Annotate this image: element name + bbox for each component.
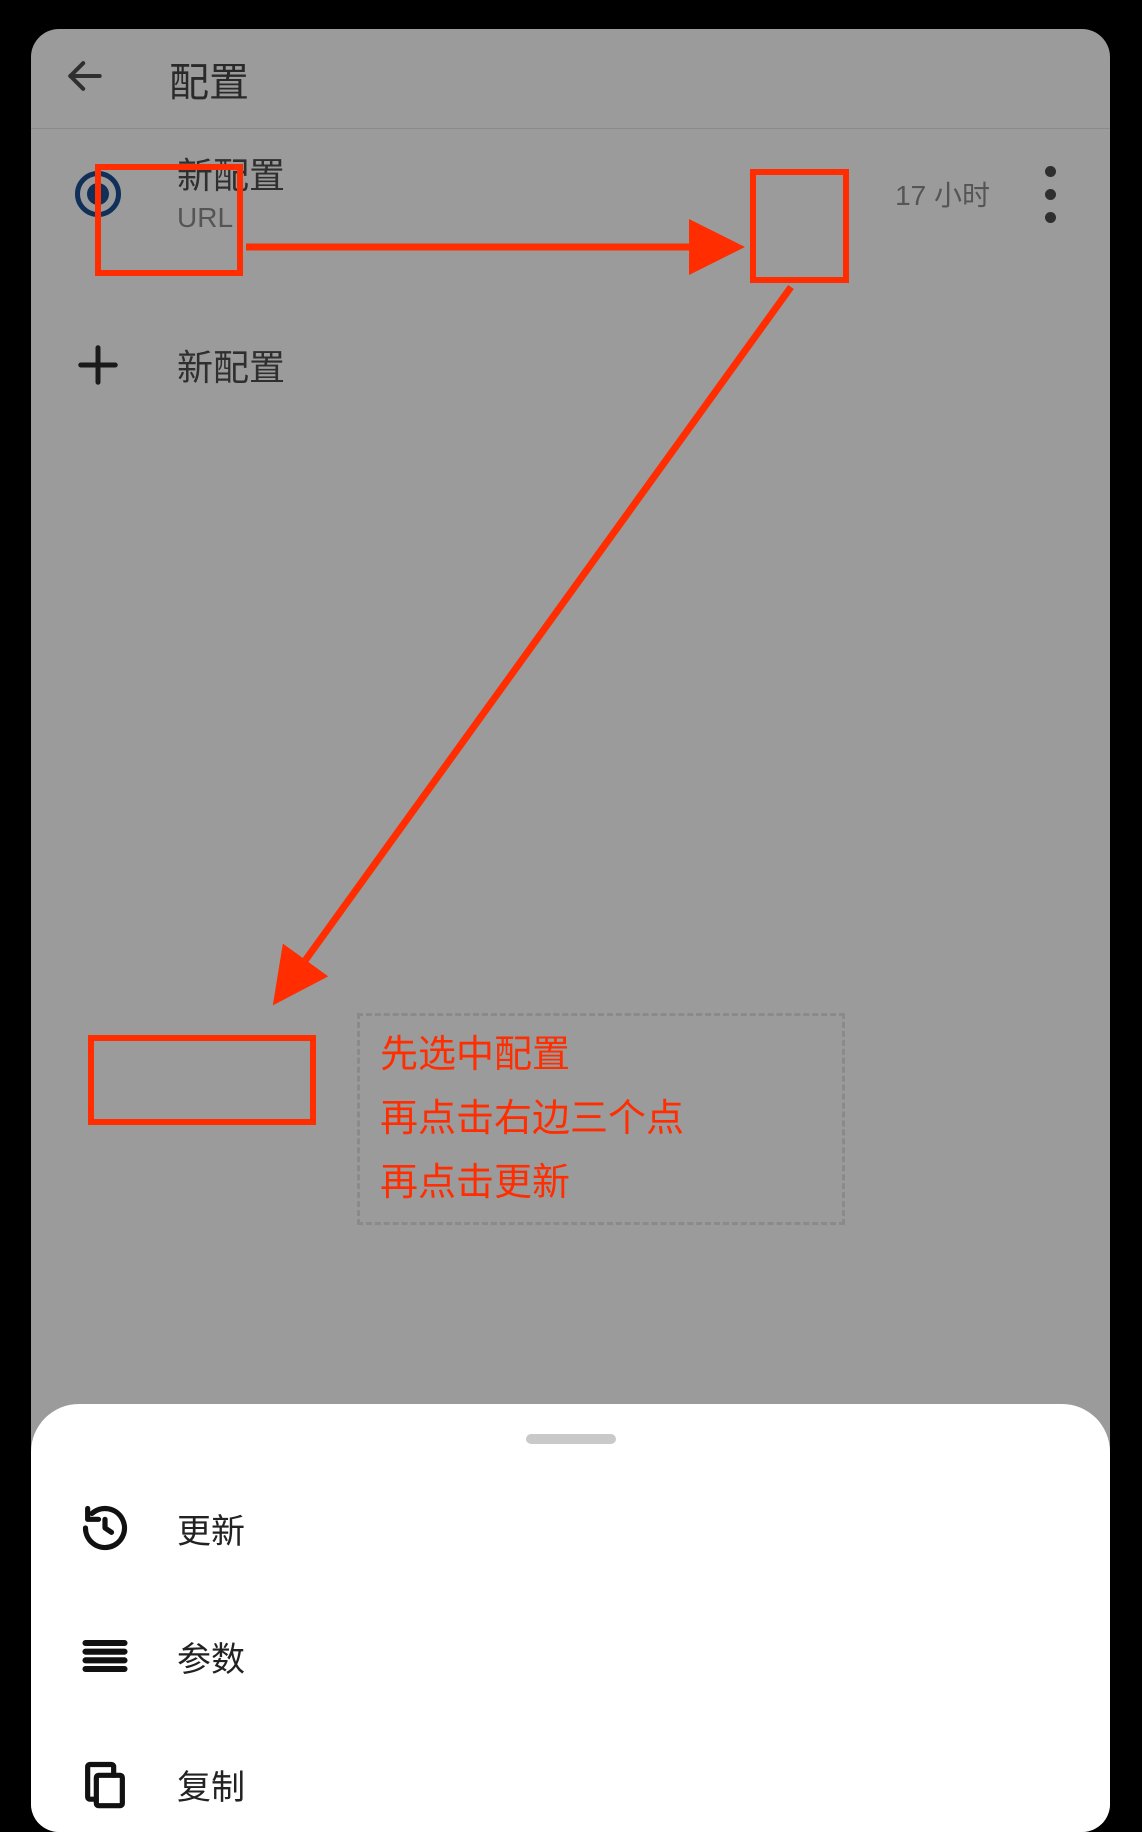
header-bar: 配置 xyxy=(31,29,1110,129)
sheet-item-label: 更新 xyxy=(177,1504,245,1553)
sheet-item-update[interactable]: 更新 xyxy=(31,1464,1110,1592)
radio-selected-icon[interactable] xyxy=(75,171,121,217)
annotation-text-line3: 再点击更新 xyxy=(380,1151,822,1215)
sheet-item-label: 参数 xyxy=(177,1632,245,1681)
sheet-item-copy[interactable]: 复制 xyxy=(31,1720,1110,1832)
config-row-sub: URL xyxy=(177,202,285,234)
menu-lines-icon xyxy=(79,1630,131,1682)
annotation-instruction-box: 先选中配置 再点击右边三个点 再点击更新 xyxy=(357,1013,845,1225)
config-row-title: 新配置 xyxy=(177,154,285,198)
kebab-menu-button[interactable] xyxy=(1020,154,1080,234)
annotation-box-update xyxy=(88,1035,316,1125)
copy-icon xyxy=(79,1758,131,1810)
add-config-label: 新配置 xyxy=(177,339,285,391)
sheet-drag-handle[interactable] xyxy=(526,1434,616,1444)
sheet-item-label: 复制 xyxy=(177,1760,245,1809)
sheet-item-params[interactable]: 参数 xyxy=(31,1592,1110,1720)
app-screen: 配置 新配置 URL 17 小时 xyxy=(31,29,1110,1832)
add-config-row[interactable]: 新配置 xyxy=(31,305,1110,425)
annotation-text-line1: 先选中配置 xyxy=(380,1023,822,1087)
config-row[interactable]: 新配置 URL 17 小时 xyxy=(31,129,1110,259)
annotation-text-line2: 再点击右边三个点 xyxy=(380,1087,822,1151)
refresh-clock-icon xyxy=(79,1502,131,1554)
page-title: 配置 xyxy=(169,50,249,108)
config-row-text: 新配置 URL xyxy=(177,154,285,234)
bottom-sheet: 更新 参数 复制 xyxy=(31,1404,1110,1832)
config-row-time: 17 小时 xyxy=(895,174,990,214)
plus-icon xyxy=(75,342,121,388)
back-button[interactable] xyxy=(57,51,113,107)
arrow-left-icon xyxy=(63,54,107,103)
config-list: 新配置 URL 17 小时 新配置 xyxy=(31,129,1110,425)
dots-vertical-icon xyxy=(1045,166,1056,177)
